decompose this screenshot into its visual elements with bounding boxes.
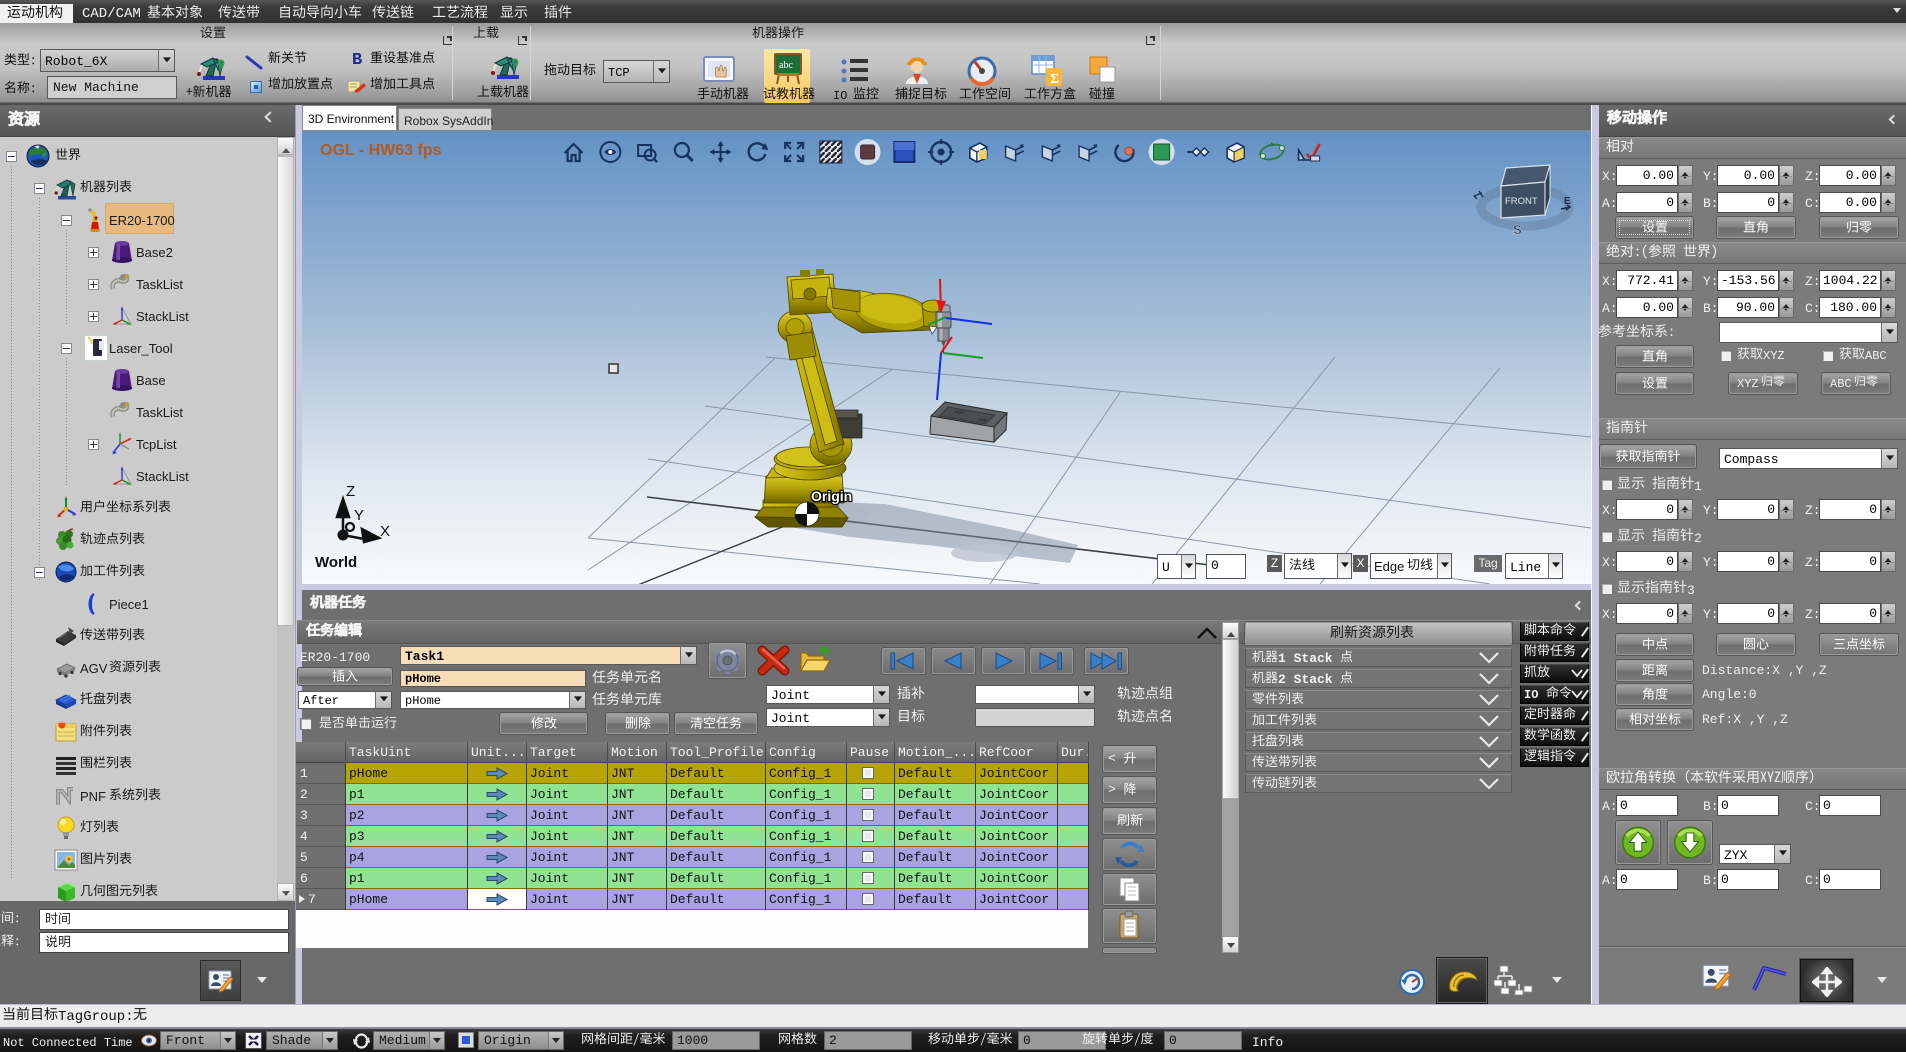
svg-text:Σ: Σ	[1050, 72, 1059, 87]
svg-text:Y: Y	[354, 507, 364, 524]
svg-text:OGL - HW63 fps: OGL - HW63 fps	[320, 142, 442, 159]
svg-text:S: S	[1513, 222, 1522, 237]
svg-text:X: X	[380, 523, 390, 540]
svg-text:abc: abc	[779, 60, 793, 71]
svg-text:World: World	[315, 554, 357, 571]
svg-text:FRONT: FRONT	[1505, 196, 1538, 207]
svg-text:Z: Z	[346, 483, 355, 500]
svg-text:Origin: Origin	[811, 488, 852, 504]
